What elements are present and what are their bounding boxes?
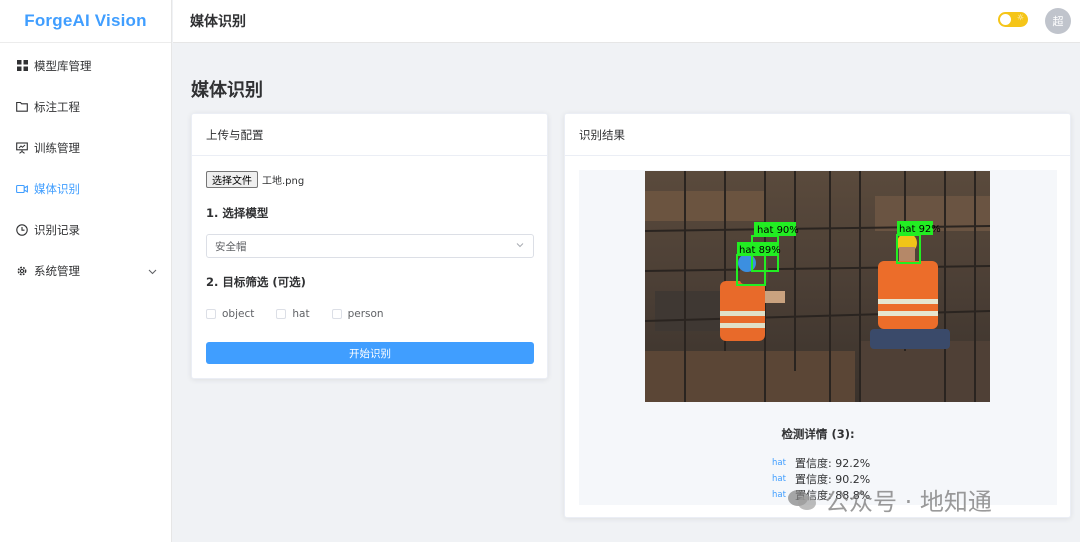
grid-icon bbox=[16, 60, 28, 72]
toggle-knob bbox=[1000, 14, 1011, 25]
checkbox-label: person bbox=[347, 308, 384, 320]
sidebar-item-label: 系统管理 bbox=[34, 263, 80, 278]
detection-label: hat 92% bbox=[899, 224, 941, 235]
upload-config-card: 上传与配置 选择文件 工地.png 1. 选择模型 安全帽 2. 目标筛选 (可… bbox=[191, 113, 548, 379]
watermark-text: 公众号 · 地知通 bbox=[825, 488, 992, 516]
sidebar-item-label: 模型库管理 bbox=[34, 58, 92, 73]
choose-file-button[interactable]: 选择文件 bbox=[206, 171, 258, 188]
result-card-title: 识别结果 bbox=[565, 114, 1070, 156]
folder-icon bbox=[16, 101, 28, 113]
result-card: 识别结果 hat 90% hat 89% hat 92% 检测详情 (3): h… bbox=[564, 113, 1071, 518]
detection-tag: hat bbox=[772, 458, 786, 468]
wechat-icon bbox=[787, 489, 817, 511]
sidebar-item-media-recognition[interactable]: 媒体识别 bbox=[0, 168, 171, 209]
sidebar-item-records[interactable]: 识别记录 bbox=[0, 209, 171, 250]
presentation-icon bbox=[16, 141, 28, 154]
detection-confidence: 置信度: 92.2% bbox=[795, 457, 871, 470]
file-upload-row: 选择文件 工地.png bbox=[206, 171, 304, 188]
checkbox-label: object bbox=[222, 308, 255, 320]
sidebar-item-label: 媒体识别 bbox=[34, 181, 80, 196]
chevron-down-icon bbox=[148, 264, 157, 278]
video-icon bbox=[16, 183, 28, 195]
model-section-label: 1. 选择模型 bbox=[206, 206, 269, 220]
file-name: 工地.png bbox=[262, 176, 305, 187]
checkbox[interactable] bbox=[331, 309, 342, 319]
filter-checkbox-group: object hat person bbox=[206, 308, 406, 320]
sidebar-item-annotation[interactable]: 标注工程 bbox=[0, 86, 171, 127]
sidebar-item-training[interactable]: 训练管理 bbox=[0, 127, 171, 168]
detection-label: hat 90% bbox=[757, 225, 799, 236]
chevron-down-icon bbox=[515, 240, 525, 253]
start-recognition-button[interactable]: 开始识别 bbox=[206, 342, 534, 364]
filter-section-label: 2. 目标筛选 (可选) bbox=[206, 275, 306, 289]
sidebar: ForgeAI Vision 模型库管理 标注工程 训练管理 媒体识别 识别记录… bbox=[0, 0, 172, 542]
filter-checkbox-object[interactable]: object bbox=[206, 308, 254, 320]
detection-label: hat 89% bbox=[739, 245, 781, 256]
sidebar-item-label: 训练管理 bbox=[34, 140, 80, 155]
sidebar-item-model-library[interactable]: 模型库管理 bbox=[0, 45, 171, 86]
sun-icon: ☼ bbox=[1016, 13, 1024, 22]
detection-image: hat 90% hat 89% hat 92% bbox=[645, 171, 990, 402]
checkbox[interactable] bbox=[206, 309, 216, 319]
filter-checkbox-hat[interactable]: hat bbox=[276, 308, 310, 320]
sidebar-item-label: 识别记录 bbox=[34, 222, 80, 237]
avatar[interactable]: 超 bbox=[1045, 8, 1071, 34]
app-logo: ForgeAI Vision bbox=[0, 0, 171, 43]
sidebar-menu: 模型库管理 标注工程 训练管理 媒体识别 识别记录 系统管理 bbox=[0, 45, 171, 291]
model-select-value: 安全帽 bbox=[215, 240, 247, 253]
watermark: 公众号 · 地知通 bbox=[787, 482, 992, 517]
detection-details-title: 检测详情 (3): bbox=[781, 427, 855, 441]
checkbox[interactable] bbox=[276, 309, 287, 319]
checkbox-label: hat bbox=[292, 308, 310, 320]
clock-icon bbox=[16, 223, 28, 236]
top-header: 媒体识别 ☼ 超 bbox=[173, 0, 1080, 43]
header-title: 媒体识别 bbox=[190, 14, 246, 30]
theme-toggle[interactable]: ☼ bbox=[998, 12, 1028, 27]
result-area: hat 90% hat 89% hat 92% 检测详情 (3): hat 置信… bbox=[579, 170, 1057, 505]
gear-icon bbox=[16, 265, 28, 277]
filter-checkbox-person[interactable]: person bbox=[331, 308, 384, 320]
model-select[interactable]: 安全帽 bbox=[206, 234, 534, 258]
detection-detail-row: hat 置信度: 92.2% bbox=[772, 455, 870, 471]
sidebar-item-label: 标注工程 bbox=[34, 99, 80, 114]
page-title: 媒体识别 bbox=[191, 80, 263, 101]
sidebar-item-system[interactable]: 系统管理 bbox=[0, 250, 171, 291]
upload-card-title: 上传与配置 bbox=[192, 114, 547, 156]
